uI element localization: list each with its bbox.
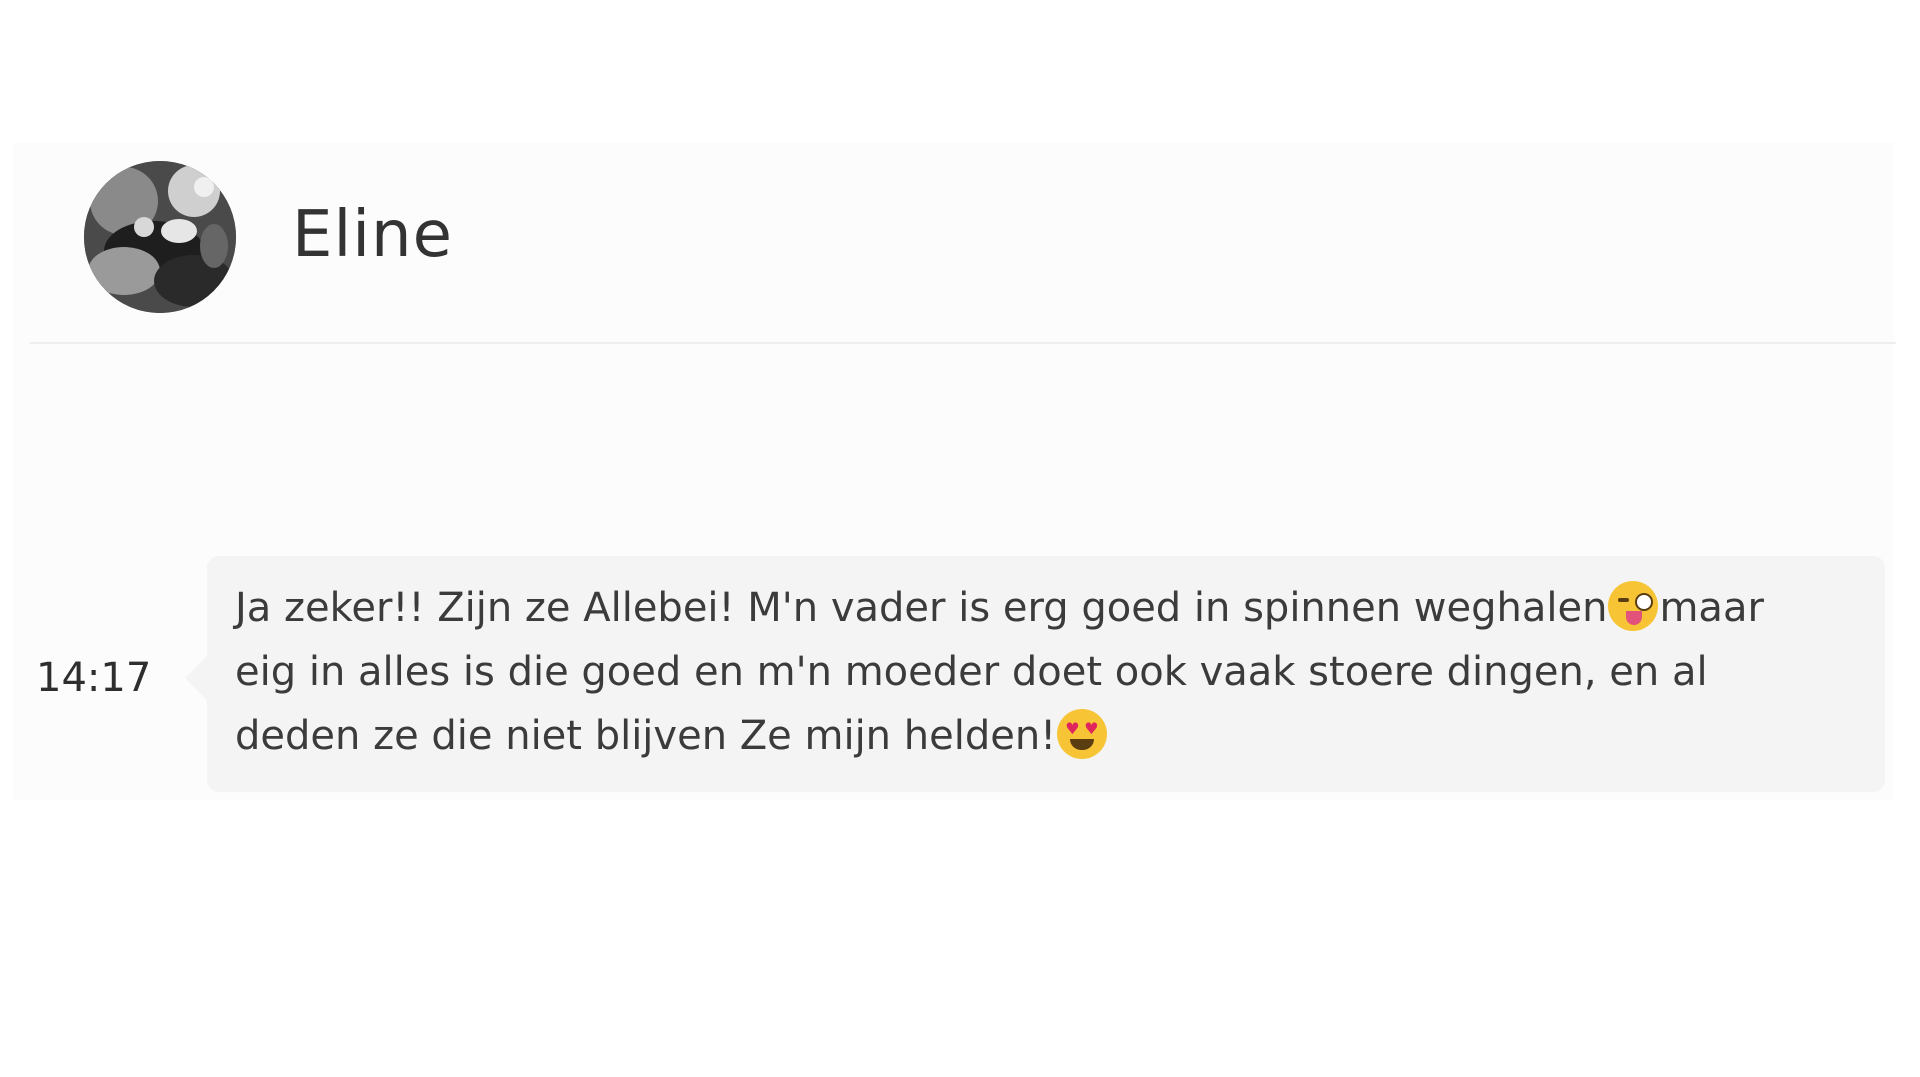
- winking-face-with-tongue-emoji-icon: [1608, 581, 1659, 631]
- chat-header: Eline: [14, 143, 1894, 343]
- page: Eline 14:17 Ja zeker!! Zijn ze Allebei! …: [0, 0, 1920, 1077]
- message-timestamp: 14:17: [36, 655, 152, 701]
- contact-avatar[interactable]: [84, 161, 236, 313]
- user-avatar-photo-icon: [84, 161, 236, 313]
- message-bubble[interactable]: Ja zeker!! Zijn ze Allebei! M'n vader is…: [185, 556, 1885, 792]
- message-text-part-1: Ja zeker!! Zijn ze Allebei! M'n vader is…: [235, 585, 1608, 631]
- message-row: 14:17 Ja zeker!! Zijn ze Allebei! M'n va…: [14, 556, 1894, 792]
- message-list: 14:17 Ja zeker!! Zijn ze Allebei! M'n va…: [14, 345, 1894, 800]
- bubble-tail: [185, 656, 207, 700]
- heart-eyes-emoji-icon: ♥ ♥: [1057, 709, 1108, 759]
- header-divider: [30, 342, 1896, 344]
- message-text: Ja zeker!! Zijn ze Allebei! M'n vader is…: [235, 576, 1855, 768]
- contact-name: Eline: [292, 198, 453, 272]
- chat-panel: Eline 14:17 Ja zeker!! Zijn ze Allebei! …: [14, 143, 1896, 800]
